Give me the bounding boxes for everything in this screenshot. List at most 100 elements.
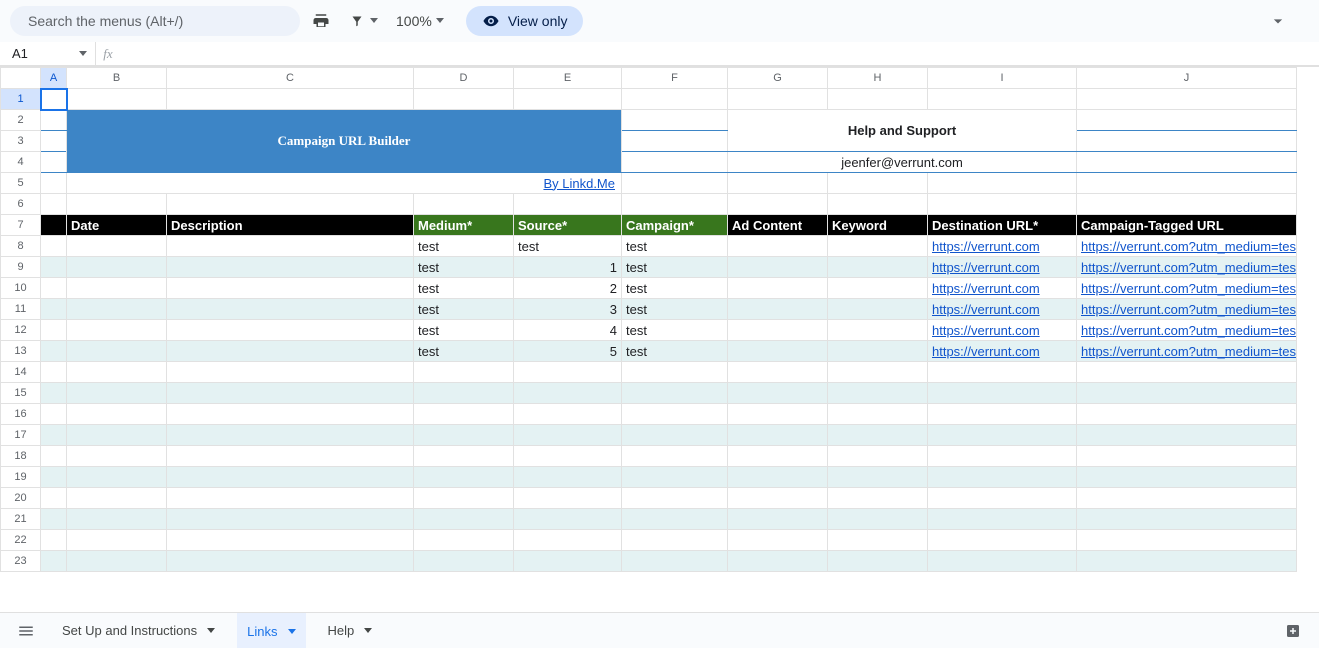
cell[interactable] [514,509,622,530]
col-header[interactable]: E [514,68,622,89]
hdr-adcontent[interactable]: Ad Content [728,215,828,236]
col-header[interactable]: H [828,68,928,89]
cell[interactable] [41,89,67,110]
cell[interactable] [67,551,167,572]
cell[interactable] [828,488,928,509]
cell[interactable] [728,173,828,194]
row-header[interactable]: 19 [1,467,41,488]
cell[interactable] [167,467,414,488]
cell[interactable] [1077,404,1297,425]
cell[interactable] [622,131,728,152]
cell[interactable] [622,383,728,404]
tagged-link[interactable]: https://verrunt.com?utm_medium=tes [1081,323,1296,338]
cell[interactable] [828,509,928,530]
cell[interactable] [514,467,622,488]
cell[interactable] [828,278,928,299]
cell[interactable] [167,236,414,257]
tagged-link[interactable]: https://verrunt.com?utm_medium=tes [1081,302,1296,317]
cell[interactable] [728,299,828,320]
row-header[interactable]: 22 [1,530,41,551]
collapse-toolbar-button[interactable] [1263,6,1293,36]
cell[interactable] [414,194,514,215]
cell[interactable] [41,362,67,383]
row-header[interactable]: 2 [1,110,41,131]
row-header[interactable]: 1 [1,89,41,110]
cell[interactable] [167,320,414,341]
row-header[interactable]: 15 [1,383,41,404]
cell[interactable] [41,551,67,572]
cell[interactable]: test [622,278,728,299]
cell[interactable] [622,467,728,488]
cell[interactable]: 4 [514,320,622,341]
cell[interactable] [1077,362,1297,383]
cell[interactable]: test [414,299,514,320]
cell[interactable] [728,236,828,257]
tagged-link[interactable]: https://verrunt.com?utm_medium=tes [1081,239,1296,254]
cell[interactable] [1077,383,1297,404]
row-header[interactable]: 20 [1,488,41,509]
cell[interactable] [828,446,928,467]
cell[interactable] [622,362,728,383]
cell[interactable] [622,530,728,551]
cell[interactable] [828,194,928,215]
cell[interactable] [67,257,167,278]
cell[interactable] [414,446,514,467]
cell[interactable] [1077,509,1297,530]
cell[interactable] [728,341,828,362]
cell[interactable] [1077,488,1297,509]
view-only-pill[interactable]: View only [466,6,584,36]
cell[interactable] [928,425,1077,446]
cell[interactable] [41,530,67,551]
cell[interactable] [414,530,514,551]
tab-links[interactable]: Links [237,613,305,648]
col-header[interactable]: F [622,68,728,89]
cell[interactable] [41,194,67,215]
cell[interactable] [167,194,414,215]
cell[interactable] [41,131,67,152]
row-header[interactable]: 14 [1,362,41,383]
row-header[interactable]: 13 [1,341,41,362]
cell[interactable] [67,341,167,362]
cell[interactable]: https://verrunt.com?utm_medium=tes [1077,299,1297,320]
cell[interactable] [622,194,728,215]
cell[interactable] [514,89,622,110]
cell[interactable] [41,152,67,173]
cell[interactable] [41,215,67,236]
cell[interactable] [728,257,828,278]
cell[interactable] [728,278,828,299]
cell[interactable]: https://verrunt.com?utm_medium=tes [1077,278,1297,299]
cell[interactable]: 5 [514,341,622,362]
tab-setup[interactable]: Set Up and Instructions [52,613,225,648]
cell[interactable] [414,404,514,425]
cell[interactable] [828,530,928,551]
cell[interactable] [728,488,828,509]
cell[interactable] [622,509,728,530]
cell[interactable] [1077,194,1297,215]
cell[interactable] [67,278,167,299]
cell[interactable] [828,257,928,278]
cell[interactable] [167,278,414,299]
cell[interactable] [828,383,928,404]
cell[interactable] [622,551,728,572]
cell[interactable] [928,362,1077,383]
col-header[interactable]: G [728,68,828,89]
cell[interactable] [41,278,67,299]
cell[interactable] [167,488,414,509]
cell[interactable] [514,488,622,509]
cell[interactable] [41,257,67,278]
cell[interactable] [1077,467,1297,488]
row-header[interactable]: 5 [1,173,41,194]
cell[interactable]: https://verrunt.com [928,341,1077,362]
cell[interactable]: 3 [514,299,622,320]
dest-link[interactable]: https://verrunt.com [932,281,1040,296]
row-header[interactable]: 11 [1,299,41,320]
cell[interactable]: test [414,341,514,362]
cell[interactable] [41,404,67,425]
name-box[interactable]: A1 [0,42,96,65]
zoom-select[interactable]: 100% [390,7,450,35]
cell[interactable] [828,299,928,320]
col-header[interactable]: A [41,68,67,89]
cell[interactable]: https://verrunt.com [928,278,1077,299]
cell[interactable] [928,89,1077,110]
cell[interactable] [728,446,828,467]
